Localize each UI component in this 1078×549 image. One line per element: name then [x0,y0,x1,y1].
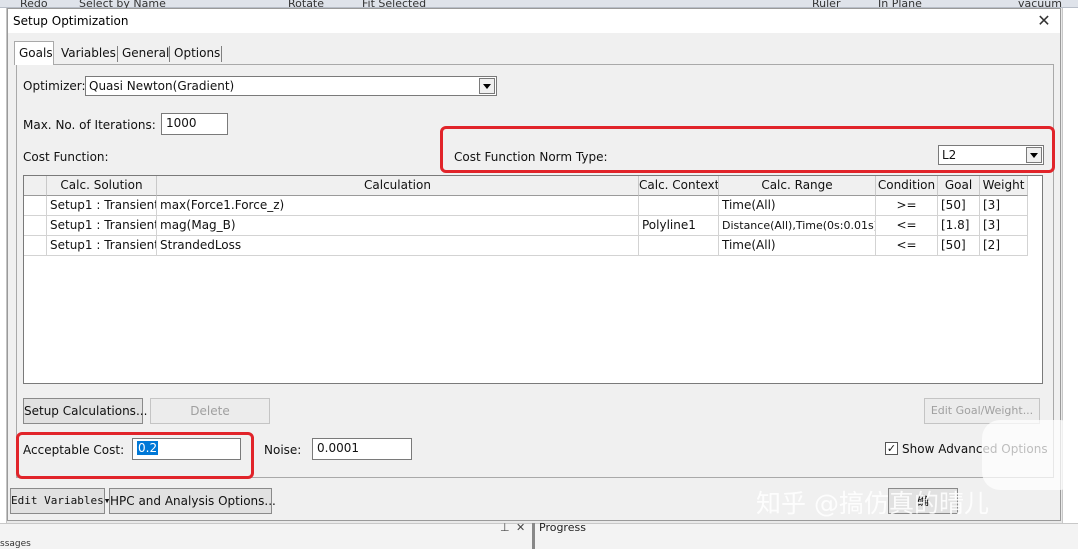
setup-calculations-button[interactable]: Setup Calculations... [23,398,147,424]
optimizer-value: Quasi Newton(Gradient) [89,79,235,93]
tab-variables[interactable]: Variables [57,42,117,64]
title-bar[interactable]: Setup Optimization ✕ [8,9,1060,33]
norm-type-select[interactable]: L2 [938,145,1044,165]
close-icon[interactable]: ✕ [1032,11,1056,31]
table-corner [24,176,47,196]
table-cell[interactable] [639,196,719,216]
column-header[interactable]: Weight [980,176,1028,196]
progress-label: Progress [539,521,586,534]
optimizer-label: Optimizer: [23,79,86,93]
table-cell[interactable]: Setup1 : Transient [47,216,157,236]
tab-options[interactable]: Options [170,42,224,64]
dialog-title: Setup Optimization [13,14,129,28]
column-header[interactable]: Calc. Range [719,176,876,196]
table-cell[interactable]: [1.8] [938,216,980,236]
acceptable-cost-value: 0.2 [137,441,159,455]
pane-close-icon[interactable]: ✕ [516,521,525,534]
show-advanced-checkbox[interactable]: ✓ [885,442,898,455]
norm-type-value: L2 [942,148,957,162]
row-selector[interactable] [24,196,47,216]
norm-type-label: Cost Function Norm Type: [454,150,608,164]
table-cell[interactable]: Time(All) [719,196,876,216]
pin-icon[interactable]: ⊥ [500,521,510,534]
acceptable-cost-field[interactable]: 0.2 [132,438,241,460]
cost-function-label: Cost Function: [23,150,109,164]
watermark-badge [982,420,1078,490]
watermark-text: 知乎 @搞仿真的晴儿 [756,489,989,518]
table-cell[interactable] [639,236,719,256]
tab-general[interactable]: General [118,42,169,64]
chevron-down-icon[interactable] [1026,147,1042,163]
noise-field[interactable]: 0.0001 [312,438,412,460]
messages-label: ssages [0,539,31,549]
column-header[interactable]: Calculation [157,176,639,196]
table-cell[interactable]: Setup1 : Transient [47,196,157,216]
row-selector[interactable] [24,236,47,256]
table-cell[interactable]: <= [876,216,938,236]
app-toolbar: Redo Select by Name Rotate Fit Selected … [0,0,1078,10]
goals-table: Calc. Solution Calculation Calc. Context… [23,175,1043,384]
toolbar-in-plane[interactable]: In Plane [878,0,922,10]
tab-separator [221,46,222,62]
row-selector[interactable] [24,216,47,236]
table-cell[interactable]: Setup1 : Transient [47,236,157,256]
table-cell[interactable]: StrandedLoss [157,236,639,256]
delete-button[interactable]: Delete [150,398,270,424]
toolbar-ruler[interactable]: Ruler [812,0,840,10]
edit-variables-button[interactable]: Edit Variables▾ [10,488,110,514]
table-cell[interactable]: [3] [980,196,1028,216]
noise-label: Noise: [264,443,302,457]
toolbar-fit-selected[interactable]: Fit Selected [362,0,426,10]
table-cell[interactable]: <= [876,236,938,256]
tab-goals[interactable]: Goals [14,41,54,65]
table-cell[interactable]: [50] [938,236,980,256]
goals-panel: Optimizer: Quasi Newton(Gradient) Max. N… [16,64,1054,478]
column-header[interactable]: Condition [876,176,938,196]
table-cell[interactable]: Polyline1 [639,216,719,236]
pane-splitter[interactable] [532,523,535,549]
table-cell[interactable]: mag(Mag_B) [157,216,639,236]
toolbar-rotate[interactable]: Rotate [288,0,324,10]
column-header[interactable]: Calc. Context [639,176,719,196]
table-cell[interactable]: Time(All) [719,236,876,256]
optimizer-select[interactable]: Quasi Newton(Gradient) [85,76,497,96]
toolbar-vacuum[interactable]: vacuum [1018,0,1062,10]
max-iterations-label: Max. No. of Iterations: [23,118,156,132]
column-header[interactable]: Goal [938,176,980,196]
toolbar-redo[interactable]: Redo [20,0,48,10]
left-pane [0,8,7,549]
toolbar-select-by-name[interactable]: Select by Name [79,0,166,10]
table-cell[interactable]: [50] [938,196,980,216]
table-cell[interactable]: max(Force1.Force_z) [157,196,639,216]
column-header[interactable]: Calc. Solution [47,176,157,196]
table-cell[interactable]: [3] [980,216,1028,236]
edit-variables-label: Edit Variables [11,494,104,507]
table-cell[interactable]: Distance(All),Time(0s:0.01s) [719,216,876,236]
max-iterations-field[interactable]: 1000 [161,113,228,135]
table-cell[interactable]: [2] [980,236,1028,256]
setup-optimization-dialog: Setup Optimization ✕ Goals Variables Gen… [7,8,1061,521]
chevron-down-icon[interactable] [479,78,495,94]
hpc-analysis-options-button[interactable]: HPC and Analysis Options... [109,488,276,514]
table-cell[interactable]: >= [876,196,938,216]
acceptable-cost-label: Acceptable Cost: [23,443,125,457]
